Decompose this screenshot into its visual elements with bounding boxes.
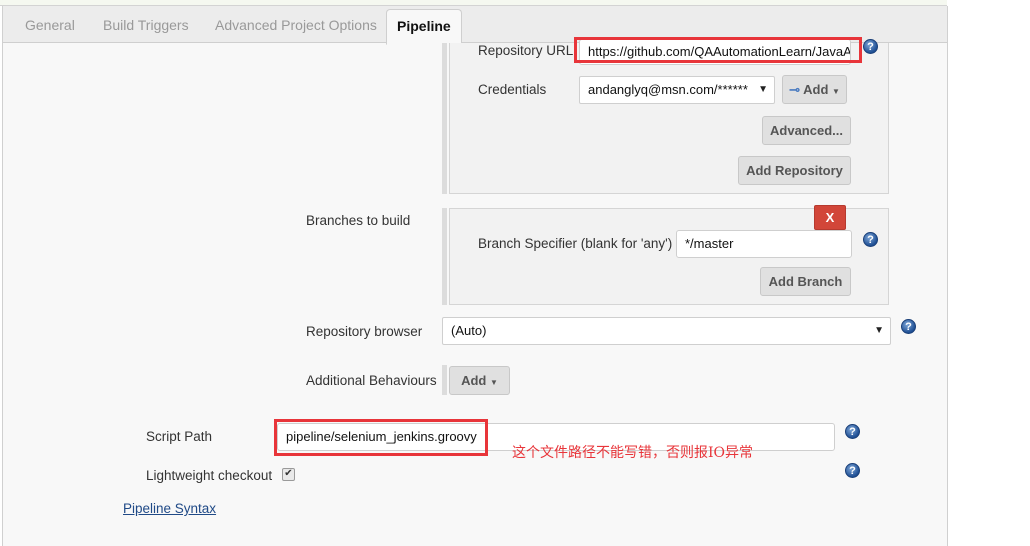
tab-general[interactable]: General <box>25 6 75 42</box>
chevron-down-icon: ▼ <box>832 87 840 96</box>
chevron-down-icon: ▼ <box>874 325 884 336</box>
repository-browser-value: (Auto) <box>451 323 487 338</box>
help-icon[interactable]: ? <box>901 319 916 334</box>
branch-specifier-input[interactable]: */master <box>676 230 852 258</box>
tab-advanced-project-options[interactable]: Advanced Project Options <box>215 6 377 42</box>
tab-bar: General Build Triggers Advanced Project … <box>3 6 947 45</box>
tab-pipeline[interactable]: Pipeline <box>386 9 462 45</box>
chevron-down-icon: ▼ <box>758 84 768 95</box>
add-credentials-button[interactable]: ⊸ Add ▼ <box>782 75 847 104</box>
additional-behaviours-label: Additional Behaviours <box>306 373 437 388</box>
config-panel: General Build Triggers Advanced Project … <box>2 6 948 546</box>
credentials-select[interactable]: andanglyq@msn.com/****** ▼ <box>579 76 775 104</box>
key-icon: ⊸ <box>789 82 800 97</box>
repository-url-input[interactable]: https://github.com/QAAutomationLearn/Jav… <box>579 39 851 65</box>
tab-build-triggers[interactable]: Build Triggers <box>103 6 189 42</box>
advanced-button[interactable]: Advanced... <box>762 116 851 145</box>
repository-browser-label: Repository browser <box>306 324 423 339</box>
branches-to-build-label: Branches to build <box>306 213 411 228</box>
chevron-down-icon: ▼ <box>489 378 498 387</box>
additional-behaviours-bar <box>442 365 447 395</box>
annotation-note: 这个文件路径不能写错，否则报IO异常 <box>512 445 754 461</box>
credentials-label: Credentials <box>478 82 547 97</box>
add-branch-button[interactable]: Add Branch <box>760 267 851 296</box>
repository-browser-select[interactable]: (Auto) ▼ <box>442 317 891 345</box>
script-path-label: Script Path <box>146 429 213 444</box>
help-icon[interactable]: ? <box>845 424 860 439</box>
repository-url-label: Repository URL <box>478 43 574 58</box>
branch-specifier-label: Branch Specifier (blank for 'any') <box>478 236 673 251</box>
credentials-value: andanglyq@msn.com/****** <box>588 82 748 97</box>
add-repository-button[interactable]: Add Repository <box>738 156 851 185</box>
lightweight-checkout-label: Lightweight checkout <box>146 468 273 483</box>
help-icon[interactable]: ? <box>845 463 860 478</box>
help-icon[interactable]: ? <box>863 232 878 247</box>
branches-section-bar <box>442 208 447 305</box>
add-behaviour-button[interactable]: Add ▼ <box>449 366 510 395</box>
delete-branch-button[interactable]: X <box>814 205 846 230</box>
help-icon[interactable]: ? <box>863 39 878 54</box>
pipeline-syntax-link[interactable]: Pipeline Syntax <box>123 501 216 516</box>
lightweight-checkout-checkbox[interactable]: ✔ <box>282 468 295 481</box>
add-behaviour-label: Add <box>461 373 487 388</box>
checkmark-icon: ✔ <box>284 468 293 479</box>
repository-section-bar <box>442 43 447 194</box>
add-credentials-label: Add <box>803 82 829 97</box>
